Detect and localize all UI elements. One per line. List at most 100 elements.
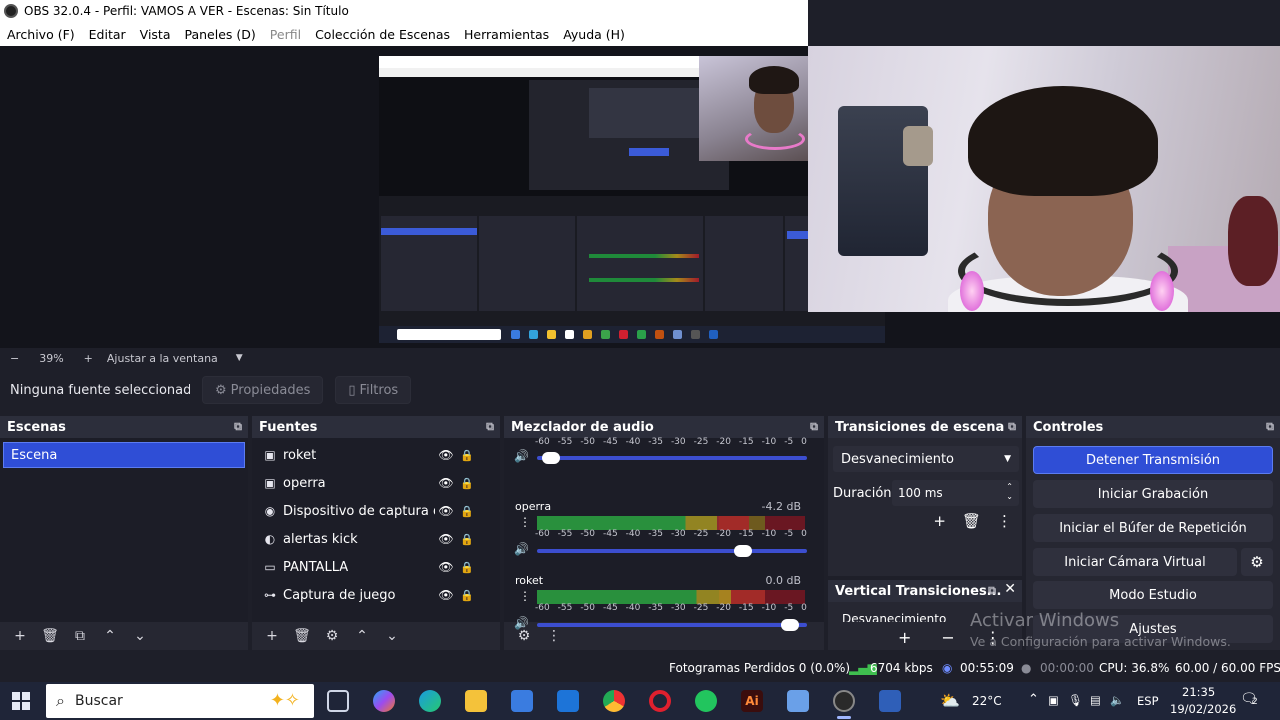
zoom-out-button[interactable]: − [10, 352, 19, 365]
source-item[interactable]: ▣ roket 👁 🔒 [252, 441, 492, 469]
windows-start-icon[interactable] [12, 692, 30, 710]
shield-icon[interactable] [879, 690, 901, 712]
move-down-icon[interactable]: ⌄ [130, 628, 150, 644]
scene-item[interactable]: Escena [3, 442, 245, 468]
lock-icon[interactable]: 🔒 [457, 589, 477, 602]
trash-icon[interactable]: 🗑 [292, 628, 312, 644]
float-dock-icon[interactable]: ⧉ [988, 584, 996, 598]
close-icon[interactable]: ✕ [1004, 581, 1016, 597]
eye-icon[interactable]: 👁 [435, 532, 457, 546]
volume-knob[interactable] [733, 545, 752, 557]
duration-input[interactable]: 100 ms ⌃ ⌄ [892, 480, 1019, 506]
transition-select[interactable]: Desvanecimiento ▼ [833, 446, 1019, 472]
chevron-down-icon[interactable]: ▼ [236, 353, 243, 363]
add-scene-icon[interactable]: + [10, 628, 30, 644]
more-options-icon[interactable]: ⋮ [544, 628, 564, 644]
studio-mode-button[interactable]: Modo Estudio [1033, 581, 1273, 609]
menu-vista[interactable]: Vista [133, 27, 178, 42]
move-down-icon[interactable]: ⌄ [382, 628, 402, 644]
copilot-icon[interactable] [373, 690, 395, 712]
outlook-icon[interactable] [557, 690, 579, 712]
menu-coleccion-escenas[interactable]: Colección de Escenas [308, 27, 457, 42]
float-dock-icon[interactable]: ⧉ [810, 420, 818, 434]
file-explorer-icon[interactable] [465, 690, 487, 712]
volume-icon[interactable]: 🔈 [1110, 693, 1124, 707]
remove-icon[interactable]: − [941, 628, 954, 647]
menu-herramientas[interactable]: Herramientas [457, 27, 556, 42]
volume-slider[interactable] [537, 545, 807, 557]
eye-icon[interactable]: 👁 [435, 588, 457, 602]
source-item[interactable]: ⊶ Captura de juego 👁 🔒 [252, 581, 492, 609]
start-virtual-camera-button[interactable]: Iniciar Cámara Virtual [1033, 548, 1237, 576]
wifi-icon[interactable]: ▤ [1090, 693, 1101, 707]
edge-icon[interactable] [419, 690, 441, 712]
gear-icon[interactable]: ⚙ [322, 628, 342, 644]
eye-icon[interactable]: 👁 [435, 504, 457, 518]
float-dock-icon[interactable]: ⧉ [234, 420, 242, 434]
start-replay-buffer-button[interactable]: Iniciar el Búfer de Repetición [1033, 514, 1273, 542]
properties-button[interactable]: ⚙ Propiedades [202, 376, 324, 404]
float-dock-icon[interactable]: ⧉ [486, 420, 494, 434]
trash-icon[interactable]: 🗑 [40, 628, 60, 644]
menu-paneles[interactable]: Paneles (D) [178, 27, 263, 42]
spinner-icon[interactable]: ⌃ ⌄ [1006, 482, 1013, 502]
store-icon[interactable] [511, 690, 533, 712]
lock-icon[interactable]: 🔒 [457, 505, 477, 518]
menu-archivo[interactable]: Archivo (F) [0, 27, 82, 42]
source-item[interactable]: ◉ Dispositivo de captura de video 👁 🔒 [252, 497, 492, 525]
opera-icon[interactable] [649, 690, 671, 712]
advanced-audio-gear-icon[interactable]: ⚙ [514, 628, 534, 644]
eye-icon[interactable]: 👁 [435, 560, 457, 574]
zoom-in-button[interactable]: + [84, 352, 93, 365]
lock-icon[interactable]: 🔒 [457, 449, 477, 462]
weather-icon[interactable]: ⛅ [940, 691, 960, 710]
vertical-transition-selected[interactable]: Desvanecimiento [842, 612, 946, 622]
taskbar-search[interactable]: ⌕ Buscar ✦✧ [46, 684, 314, 718]
whatsapp-icon[interactable] [695, 690, 717, 712]
menu-ayuda[interactable]: Ayuda (H) [556, 27, 632, 42]
preview-canvas[interactable] [0, 46, 1280, 348]
microphone-icon[interactable]: 🎙 [1068, 693, 1083, 707]
eye-icon[interactable]: 👁 [435, 476, 457, 490]
tray-app-icon[interactable]: ▣ [1048, 693, 1059, 707]
add-transition-icon[interactable]: + [933, 512, 946, 530]
volume-slider[interactable] [537, 452, 807, 464]
more-options-icon[interactable]: ⋮ [997, 512, 1012, 530]
language-indicator[interactable]: ESP [1137, 694, 1159, 708]
move-up-icon[interactable]: ⌃ [352, 628, 372, 644]
fit-to-window-label[interactable]: Ajustar a la ventana [107, 352, 218, 365]
source-item[interactable]: ▣ operra 👁 🔒 [252, 469, 492, 497]
speaker-icon[interactable]: 🔊 [514, 449, 529, 463]
volume-knob[interactable] [542, 452, 561, 464]
filters-button[interactable]: ▯ Filtros [335, 376, 412, 404]
source-item[interactable]: ◐ alertas kick 👁 🔒 [252, 525, 492, 553]
more-options-icon[interactable]: ⋮ [519, 515, 531, 529]
move-up-icon[interactable]: ⌃ [100, 628, 120, 644]
add-source-icon[interactable]: + [262, 628, 282, 644]
float-dock-icon[interactable]: ⧉ [1008, 420, 1016, 434]
trash-icon[interactable]: 🗑 [962, 512, 981, 530]
virtual-camera-gear-icon[interactable]: ⚙ [1241, 548, 1273, 576]
speaker-icon[interactable]: 🔊 [514, 542, 529, 556]
eye-icon[interactable]: 👁 [435, 448, 457, 462]
add-icon[interactable]: + [898, 628, 911, 647]
lock-icon[interactable]: 🔒 [457, 477, 477, 490]
menu-perfil[interactable]: Perfil [263, 27, 308, 42]
obs-taskbar-icon[interactable] [833, 690, 855, 712]
source-item[interactable]: ▭ PANTALLA 👁 🔒 [252, 553, 492, 581]
more-options-icon[interactable]: ⋮ [519, 589, 531, 603]
scene-filters-icon[interactable]: ⧉ [70, 628, 90, 644]
app-icon[interactable] [787, 690, 809, 712]
clock-date[interactable]: 19/02/2026 [1170, 702, 1236, 716]
start-recording-button[interactable]: Iniciar Grabación [1033, 480, 1273, 508]
weather-temp[interactable]: 22°C [972, 694, 1002, 708]
stop-streaming-button[interactable]: Detener Transmisión [1033, 446, 1273, 474]
lock-icon[interactable]: 🔒 [457, 561, 477, 574]
lock-icon[interactable]: 🔒 [457, 533, 477, 546]
illustrator-icon[interactable]: Ai [741, 690, 763, 712]
chrome-icon[interactable] [603, 690, 625, 712]
float-dock-icon[interactable]: ⧉ [1266, 420, 1274, 434]
chevron-up-icon[interactable]: ⌃ [1028, 692, 1039, 707]
task-view-icon[interactable] [327, 690, 349, 712]
menu-editar[interactable]: Editar [82, 27, 133, 42]
